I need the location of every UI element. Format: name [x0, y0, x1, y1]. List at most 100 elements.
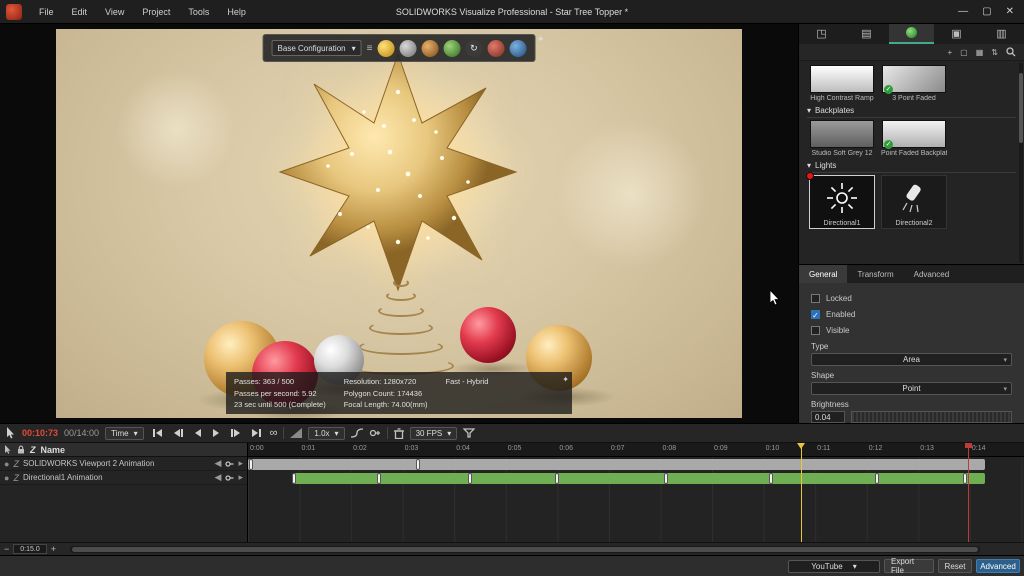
- tab-advanced[interactable]: Advanced: [904, 265, 960, 283]
- zoom-in-button[interactable]: +: [51, 544, 56, 554]
- keyframe-marker[interactable]: [416, 459, 420, 470]
- track-row-viewport[interactable]: ● Z SOLIDWORKS Viewport 2 Animation ◀ ▸: [0, 457, 247, 471]
- menu-edit[interactable]: Edit: [63, 0, 97, 24]
- appearance-item[interactable]: High Contrast Ramp: [809, 65, 875, 102]
- type-select[interactable]: Area▾: [811, 353, 1012, 366]
- play-button[interactable]: [210, 427, 222, 439]
- tab-lights[interactable]: ▥: [979, 24, 1024, 44]
- menu-file[interactable]: File: [30, 0, 63, 24]
- select-dot-icon[interactable]: ●: [4, 459, 9, 469]
- rendered-scene[interactable]: Base Configuration ▾ ≡ ↻ ✦ Pas: [56, 29, 742, 418]
- search-icon[interactable]: [1006, 47, 1016, 57]
- keyframe-marker[interactable]: [555, 473, 559, 484]
- 3d-viewport[interactable]: Base Configuration ▾ ≡ ↻ ✦ Pas: [0, 24, 798, 423]
- maximize-button[interactable]: ▢: [982, 6, 991, 17]
- filter-icon[interactable]: [463, 428, 475, 438]
- keyframe-marker[interactable]: [963, 473, 967, 484]
- animation-bar-lane[interactable]: [248, 472, 1024, 485]
- sort-icon[interactable]: ⇅: [991, 48, 998, 57]
- visible-checkbox[interactable]: [811, 326, 820, 335]
- pin-icon[interactable]: ✦: [537, 34, 545, 45]
- palette-scrollbar[interactable]: [1019, 63, 1023, 263]
- ease-curve-icon[interactable]: [351, 428, 363, 438]
- ramp-icon[interactable]: [290, 428, 302, 438]
- enabled-checkbox[interactable]: ✓: [811, 310, 820, 319]
- shape-select[interactable]: Point▾: [811, 382, 1012, 395]
- menu-tools[interactable]: Tools: [179, 0, 218, 24]
- grid-view-icon[interactable]: ▦: [976, 48, 984, 57]
- locked-checkbox[interactable]: [811, 294, 820, 303]
- mute-icon[interactable]: ◀: [215, 472, 222, 483]
- keyframe-marker[interactable]: [468, 473, 472, 484]
- backplate-item[interactable]: ✓ Point Faded Backplate: [881, 120, 947, 157]
- fps-select[interactable]: 30 FPS▾: [410, 427, 458, 440]
- menu-project[interactable]: Project: [133, 0, 179, 24]
- add-button[interactable]: +: [948, 48, 953, 57]
- select-dot-icon[interactable]: ●: [4, 473, 9, 483]
- tab-environments[interactable]: [889, 24, 934, 44]
- timeline-ruler[interactable]: 0:000:010:020:030:040:050:060:070:080:09…: [248, 443, 1024, 457]
- animation-bar-lane[interactable]: [248, 458, 1024, 471]
- brightness-input[interactable]: 0.04: [811, 411, 845, 423]
- keyframe-marker[interactable]: [292, 473, 296, 484]
- tab-cameras[interactable]: ▣: [934, 24, 979, 44]
- appearance-button[interactable]: [399, 40, 416, 57]
- menu-help[interactable]: Help: [218, 0, 255, 24]
- trash-icon[interactable]: [394, 428, 404, 439]
- model-button[interactable]: [487, 40, 504, 57]
- key-icon[interactable]: [225, 460, 234, 468]
- export-file-button[interactable]: Export File: [884, 559, 934, 573]
- configuration-select[interactable]: Base Configuration ▾: [272, 40, 362, 56]
- step-back-button[interactable]: [171, 427, 186, 439]
- keyframe-marker[interactable]: [664, 473, 668, 484]
- keyframe-marker[interactable]: [249, 459, 253, 470]
- export-preset-select[interactable]: YouTube▾: [788, 560, 880, 573]
- skip-end-button[interactable]: [249, 427, 264, 439]
- refresh-icon[interactable]: ↻: [465, 40, 482, 57]
- timeline-canvas[interactable]: 0:000:010:020:030:040:050:060:070:080:09…: [248, 443, 1024, 542]
- backplate-item[interactable]: Studio Soft Grey 12: [809, 120, 875, 157]
- tab-models[interactable]: ◳: [799, 24, 844, 44]
- track-row-directional1[interactable]: ● Z Directional1 Animation ◀ ▸: [0, 471, 247, 485]
- render-mode-button[interactable]: [377, 40, 394, 57]
- loop-toggle[interactable]: ∞: [270, 427, 278, 439]
- import-icon[interactable]: ▢: [960, 48, 968, 57]
- animation-bar[interactable]: [294, 473, 985, 484]
- step-forward-button[interactable]: [228, 427, 243, 439]
- zoom-out-button[interactable]: −: [4, 544, 9, 554]
- lights-section-header[interactable]: ▾ Lights: [807, 161, 1016, 173]
- mute-icon[interactable]: ◀: [215, 458, 222, 469]
- pin-icon[interactable]: ✦: [562, 374, 569, 386]
- advanced-button[interactable]: Advanced: [976, 559, 1020, 573]
- brightness-slider[interactable]: [851, 411, 1012, 423]
- environment-button[interactable]: [443, 40, 460, 57]
- keyframe-marker[interactable]: [377, 473, 381, 484]
- light-item-directional1[interactable]: Directional1: [809, 175, 875, 229]
- menu-view[interactable]: View: [96, 0, 133, 24]
- material-button[interactable]: [421, 40, 438, 57]
- select-cursor-icon[interactable]: [6, 427, 16, 439]
- camera-orbit-button[interactable]: [509, 40, 526, 57]
- playback-speed-select[interactable]: 1.0x▾: [308, 427, 344, 440]
- appearance-item[interactable]: ✓ 3 Point Faded: [881, 65, 947, 102]
- pin-icon[interactable]: ▸: [238, 472, 243, 483]
- play-reverse-button[interactable]: [192, 427, 204, 439]
- tab-transform[interactable]: Transform: [847, 265, 903, 283]
- time-mode-select[interactable]: Time▾: [105, 427, 144, 440]
- keyframe-marker[interactable]: [875, 473, 879, 484]
- skip-start-button[interactable]: [150, 427, 165, 439]
- list-icon[interactable]: ≡: [367, 43, 373, 54]
- playhead[interactable]: [801, 443, 802, 542]
- timeline-zoom-value[interactable]: 0:15.0: [13, 544, 46, 554]
- keyframe-marker[interactable]: [769, 473, 773, 484]
- minimize-button[interactable]: —: [958, 6, 968, 17]
- animation-bar[interactable]: [248, 459, 985, 470]
- light-item-directional2[interactable]: Directional2: [881, 175, 947, 229]
- key-icon[interactable]: [225, 474, 234, 482]
- add-keyframe-icon[interactable]: [369, 428, 381, 438]
- timeline-hscrollbar[interactable]: [70, 546, 980, 553]
- tab-appearances[interactable]: ▤: [844, 24, 889, 44]
- end-marker[interactable]: [968, 443, 969, 542]
- reset-button[interactable]: Reset: [938, 559, 972, 573]
- backplates-section-header[interactable]: ▾ Backplates: [807, 106, 1016, 118]
